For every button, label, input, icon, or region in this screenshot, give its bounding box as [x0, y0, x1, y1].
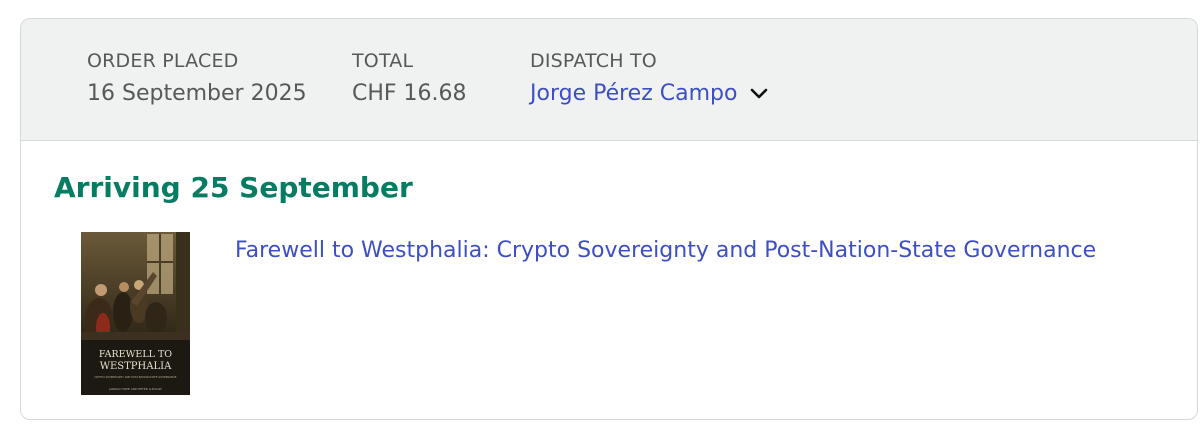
- book-cover-art: FAREWELL TO WESTPHALIA CRYPTO SOVEREIGNT…: [81, 232, 190, 395]
- cover-authors: JARRAD HOPE AND PETER LUDLOW: [108, 387, 162, 391]
- cover-subtitle: CRYPTO SOVEREIGNTY AND POST-NATION-STATE…: [94, 375, 176, 379]
- order-total-section: TOTAL CHF 16.68: [352, 49, 467, 109]
- order-total-value: CHF 16.68: [352, 81, 467, 106]
- dispatch-to-recipient-dropdown[interactable]: Jorge Pérez Campo: [530, 79, 769, 109]
- arrival-status: Arriving 25 September: [54, 171, 413, 204]
- order-header: ORDER PLACED 16 September 2025 TOTAL CHF…: [21, 19, 1197, 141]
- dispatch-to-label: DISPATCH TO: [530, 50, 657, 72]
- dispatch-to-section: DISPATCH TO Jorge Pérez Campo: [530, 49, 769, 109]
- order-placed-label: ORDER PLACED: [87, 50, 239, 72]
- order-total-label: TOTAL: [352, 50, 414, 72]
- order-placed-section: ORDER PLACED 16 September 2025: [87, 49, 307, 109]
- dispatch-recipient-name: Jorge Pérez Campo: [530, 81, 738, 106]
- cover-title-line2: WESTPHALIA: [100, 361, 172, 372]
- chevron-down-icon: [751, 88, 768, 99]
- cover-title-line1: FAREWELL TO: [99, 349, 172, 360]
- order-card: ORDER PLACED 16 September 2025 TOTAL CHF…: [20, 18, 1198, 420]
- order-placed-date: 16 September 2025: [87, 81, 307, 106]
- product-title-link[interactable]: Farewell to Westphalia: Crypto Sovereign…: [235, 236, 1096, 266]
- product-image[interactable]: FAREWELL TO WESTPHALIA CRYPTO SOVEREIGNT…: [81, 232, 190, 395]
